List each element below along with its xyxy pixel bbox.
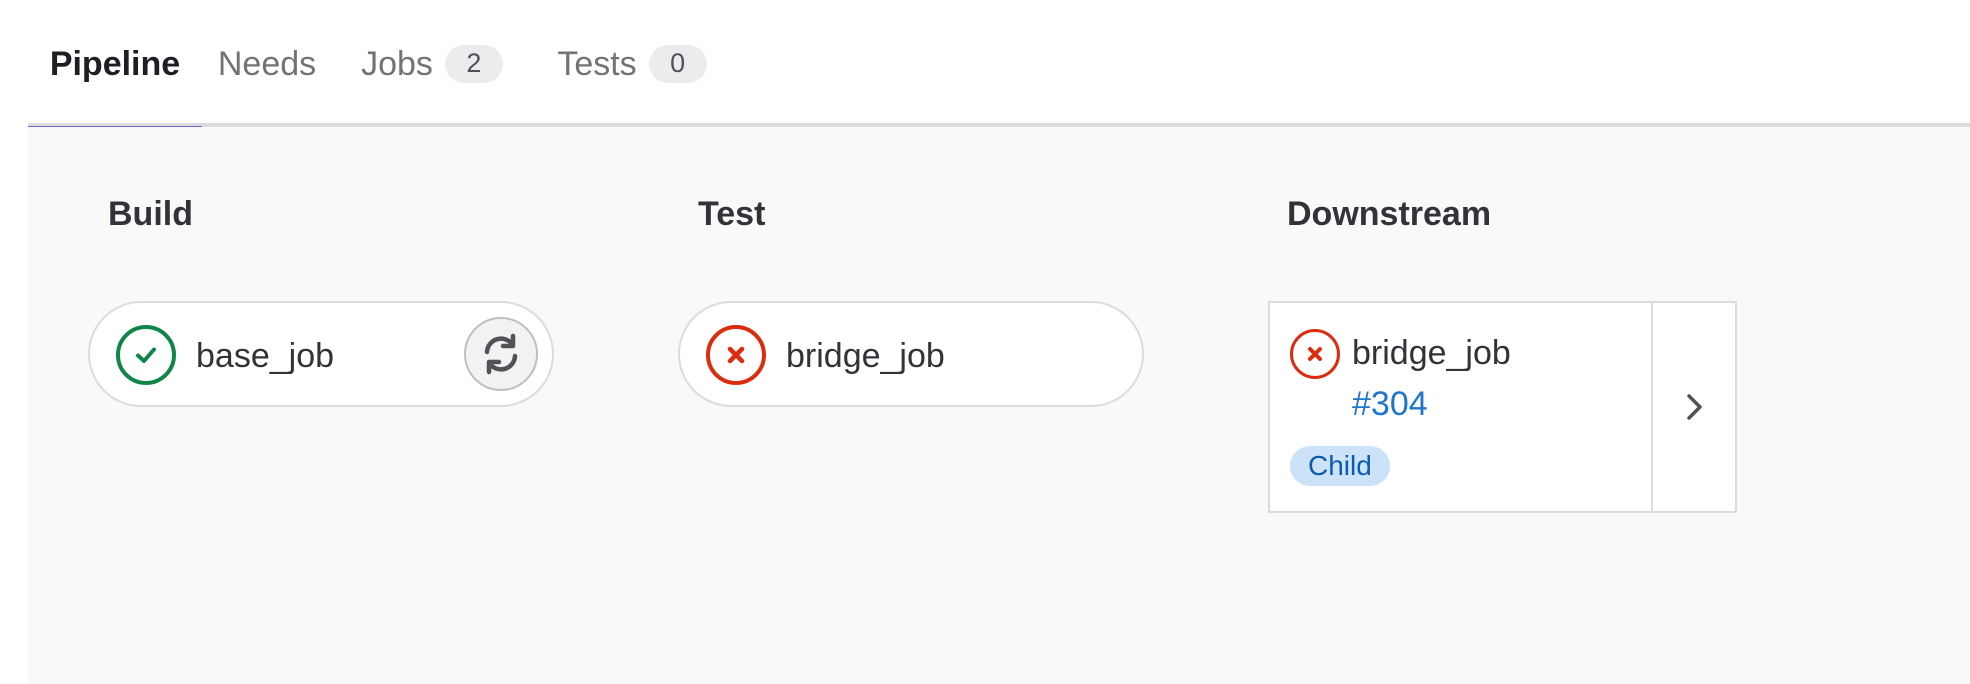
tab-needs-label: Needs (217, 44, 317, 83)
tab-jobs-label: Jobs (361, 44, 433, 83)
downstream-pipeline-link[interactable]: bridge_job #304 Child (1270, 303, 1651, 511)
tab-pipeline[interactable]: Pipeline (28, 0, 202, 131)
downstream-pipeline-id[interactable]: #304 (1352, 387, 1428, 421)
child-badge: Child (1290, 446, 1390, 486)
tab-tests-label: Tests (557, 44, 637, 83)
stage-title-downstream: Downstream (1287, 195, 1492, 233)
pipeline-tabs: Pipeline Needs Jobs 2 Tests 0 (28, 0, 1970, 131)
chevron-right-icon (1687, 394, 1702, 420)
retry-button[interactable] (464, 317, 538, 391)
stage-title-test: Test (698, 195, 766, 233)
job-bridge-job[interactable]: bridge_job (678, 301, 1144, 407)
x-circle-icon (706, 325, 766, 385)
tests-count-badge: 0 (648, 44, 707, 83)
tab-jobs[interactable]: Jobs 2 (332, 0, 532, 127)
job-name: base_job (196, 337, 335, 375)
stage-title-build: Build (108, 195, 193, 233)
tab-pipeline-label: Pipeline (49, 44, 181, 83)
tab-tests[interactable]: Tests 0 (532, 0, 732, 127)
expand-downstream-button[interactable] (1653, 303, 1735, 511)
downstream-job-name: bridge_job (1352, 334, 1511, 372)
pipeline-graph: Build base_job Test bridge_job Downstrea… (28, 127, 1970, 684)
jobs-count-badge: 2 (444, 44, 503, 83)
downstream-pipeline-card: bridge_job #304 Child (1268, 301, 1737, 513)
job-base-job[interactable]: base_job (88, 301, 554, 407)
retry-icon (484, 333, 518, 375)
x-circle-icon (1290, 329, 1340, 379)
check-circle-icon (116, 325, 176, 385)
job-name: bridge_job (786, 337, 945, 375)
tab-needs[interactable]: Needs (202, 0, 332, 127)
